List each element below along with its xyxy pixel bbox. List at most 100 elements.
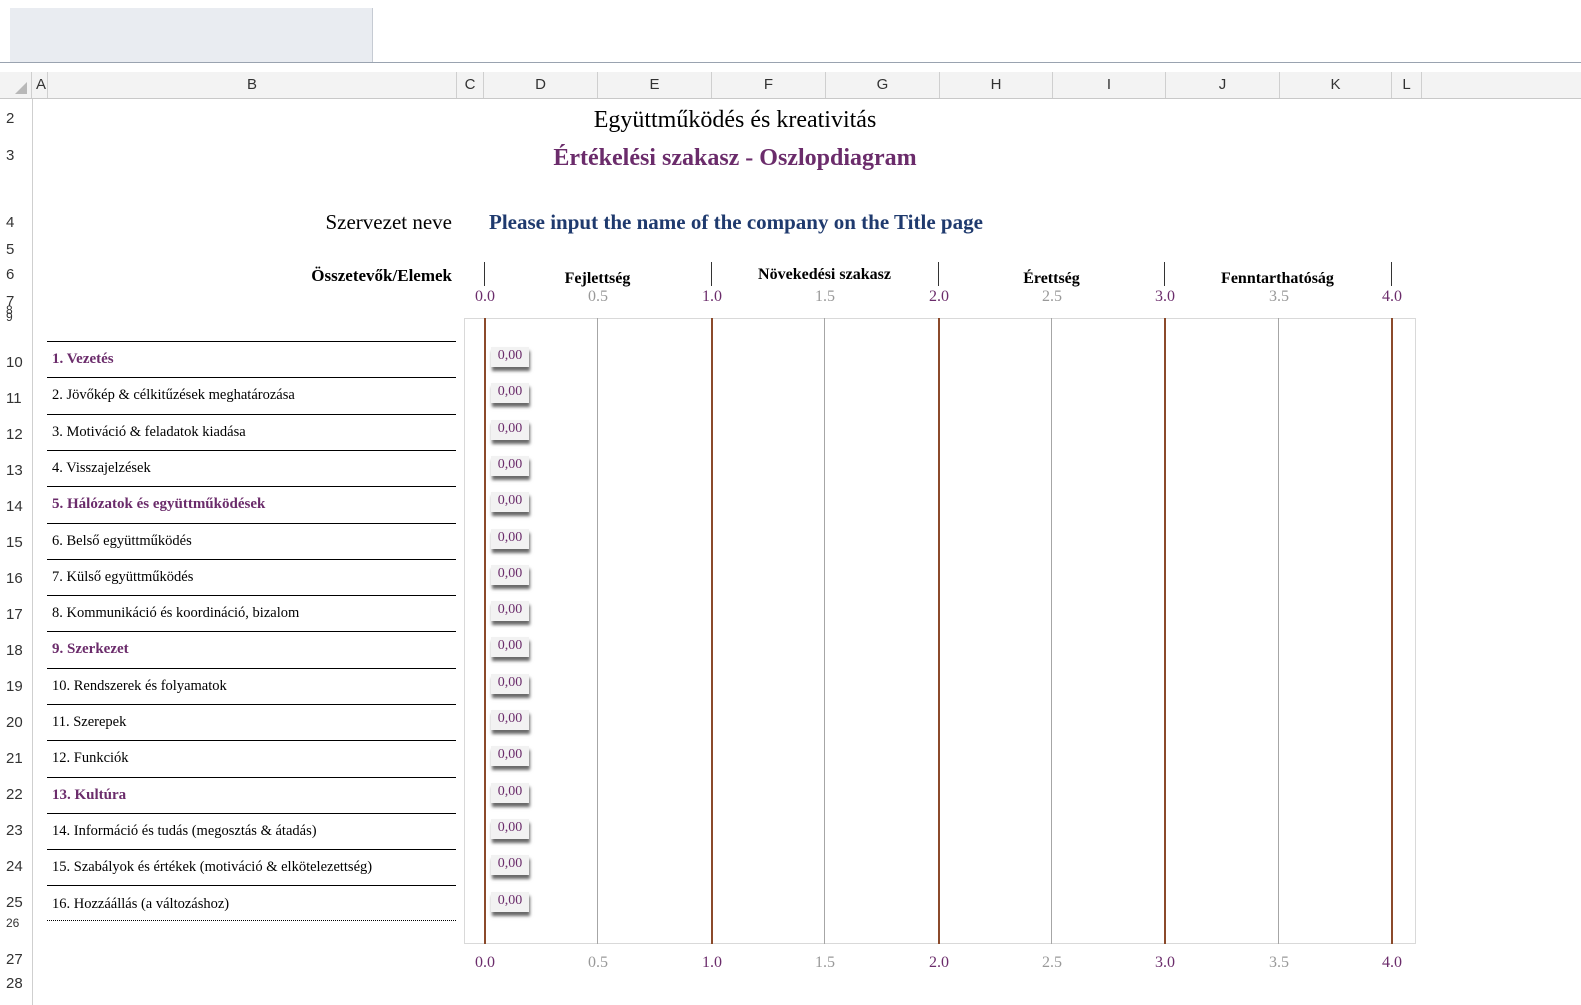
value-bar[interactable]: 0,00 xyxy=(491,892,529,912)
stage-label: Növekedési szakasz xyxy=(758,266,891,283)
row-divider xyxy=(47,450,456,451)
value-bar[interactable]: 0,00 xyxy=(491,456,529,476)
value-bar[interactable]: 0,00 xyxy=(491,819,529,839)
value-bar[interactable]: 0,00 xyxy=(491,746,529,766)
value-bar[interactable]: 0,00 xyxy=(491,855,529,875)
major-gridline xyxy=(484,318,486,944)
axis-tick-bottom: 2.5 xyxy=(1042,954,1062,971)
item-label: 6. Belső együttműködés xyxy=(52,533,192,549)
axis-tick-top: 4.0 xyxy=(1382,288,1402,305)
row-divider xyxy=(47,377,456,378)
value-bar[interactable]: 0,00 xyxy=(491,637,529,657)
column-header-e[interactable]: E xyxy=(598,72,712,98)
column-header-b[interactable]: B xyxy=(48,72,457,98)
value-bar[interactable]: 0,00 xyxy=(491,565,529,585)
row-header-10[interactable]: 10 xyxy=(6,354,23,371)
sheet-subtitle: Értékelési szakasz - Oszlopdiagram xyxy=(553,145,917,171)
row-header-5[interactable]: 5 xyxy=(6,241,14,258)
item-label: 8. Kommunikáció és koordináció, bizalom xyxy=(52,605,300,621)
value-bar[interactable]: 0,00 xyxy=(491,420,529,440)
stage-divider xyxy=(711,262,712,286)
row-header-28[interactable]: 28 xyxy=(6,975,23,992)
value-bar[interactable]: 0,00 xyxy=(491,674,529,694)
item-label: 2. Jövőkép & célkitűzések meghatározása xyxy=(52,387,295,403)
row-header-9[interactable]: 9 xyxy=(6,310,13,324)
value-bar[interactable]: 0,00 xyxy=(491,710,529,730)
row-divider xyxy=(47,414,456,415)
column-header-a[interactable]: A xyxy=(32,72,48,98)
value-bar[interactable]: 0,00 xyxy=(491,783,529,803)
column-header-j[interactable]: J xyxy=(1166,72,1280,98)
value-bar[interactable]: 0,00 xyxy=(491,347,529,367)
axis-tick-bottom: 2.0 xyxy=(929,954,949,971)
major-gridline xyxy=(711,318,713,944)
minor-gridline xyxy=(824,318,825,944)
row-header-13[interactable]: 13 xyxy=(6,462,23,479)
plot-area xyxy=(464,318,1416,944)
row-header-24[interactable]: 24 xyxy=(6,858,23,875)
value-bar[interactable]: 0,00 xyxy=(491,529,529,549)
major-gridline xyxy=(1391,318,1393,944)
axis-tick-top: 3.5 xyxy=(1269,288,1289,305)
row-divider xyxy=(47,341,456,342)
row-header-22[interactable]: 22 xyxy=(6,786,23,803)
name-box[interactable] xyxy=(10,8,373,62)
value-bar[interactable]: 0,00 xyxy=(491,601,529,621)
row-header-11[interactable]: 11 xyxy=(6,390,22,407)
axis-tick-top: 1.5 xyxy=(815,288,835,305)
axis-tick-top: 0.5 xyxy=(588,288,608,305)
row-header-6[interactable]: 6 xyxy=(6,266,14,283)
row-header-27[interactable]: 27 xyxy=(6,951,23,968)
row-header-2[interactable]: 2 xyxy=(6,110,14,127)
column-header-l[interactable]: L xyxy=(1392,72,1422,98)
axis-tick-bottom: 4.0 xyxy=(1382,954,1402,971)
select-all-corner[interactable] xyxy=(0,72,32,98)
column-header-c[interactable]: C xyxy=(457,72,484,98)
stage-divider xyxy=(938,262,939,286)
row-divider xyxy=(47,559,456,560)
stage-label: Fenntarthatóság xyxy=(1221,270,1334,287)
row-header-17[interactable]: 17 xyxy=(6,606,23,623)
column-header-k[interactable]: K xyxy=(1280,72,1392,98)
row-header-bar: 2 3 4 5 6 7 8 9 10 11 12 13 14 15 16 17 18 19 20 21 22 23 24 25… xyxy=(0,99,33,1005)
row-divider xyxy=(47,777,456,778)
minor-gridline xyxy=(597,318,598,944)
row-divider xyxy=(47,523,456,524)
select-all-icon xyxy=(15,82,27,94)
stage-divider xyxy=(1164,262,1165,286)
axis-tick-bottom: 3.5 xyxy=(1269,954,1289,971)
row-header-3[interactable]: 3 xyxy=(6,147,14,164)
row-header-15[interactable]: 15 xyxy=(6,534,23,551)
row-header-18[interactable]: 18 xyxy=(6,642,23,659)
column-header-f[interactable]: F xyxy=(712,72,826,98)
column-header-i[interactable]: I xyxy=(1053,72,1166,98)
row-header-20[interactable]: 20 xyxy=(6,714,23,731)
row-header-4[interactable]: 4 xyxy=(6,214,14,231)
row-header-14[interactable]: 14 xyxy=(6,498,23,515)
row-header-23[interactable]: 23 xyxy=(6,822,23,839)
row-header-19[interactable]: 19 xyxy=(6,678,23,695)
column-header-g[interactable]: G xyxy=(826,72,940,98)
axis-tick-top: 0.0 xyxy=(475,288,495,305)
row-header-26[interactable]: 26 xyxy=(6,916,19,930)
organization-name-cell[interactable]: Please input the name of the company on … xyxy=(489,210,983,235)
axis-tick-top: 1.0 xyxy=(702,288,722,305)
axis-tick-top: 2.0 xyxy=(929,288,949,305)
category-label: 13. Kultúra xyxy=(52,787,127,803)
row-header-16[interactable]: 16 xyxy=(6,570,23,587)
minor-gridline xyxy=(1278,318,1279,944)
row-header-21[interactable]: 21 xyxy=(6,750,23,767)
axis-tick-bottom: 1.0 xyxy=(702,954,722,971)
stage-label: Érettség xyxy=(1023,270,1080,287)
column-header-h[interactable]: H xyxy=(940,72,1053,98)
axis-tick-bottom: 0.5 xyxy=(588,954,608,971)
row-divider xyxy=(47,668,456,669)
row-header-25[interactable]: 25 xyxy=(6,894,23,911)
value-bar[interactable]: 0,00 xyxy=(491,492,529,512)
stage-divider xyxy=(484,262,485,286)
value-bar[interactable]: 0,00 xyxy=(491,383,529,403)
column-header-d[interactable]: D xyxy=(484,72,598,98)
item-label: 16. Hozzáállás (a változáshoz) xyxy=(52,896,230,912)
row-header-12[interactable]: 12 xyxy=(6,426,23,443)
row-divider xyxy=(47,740,456,741)
